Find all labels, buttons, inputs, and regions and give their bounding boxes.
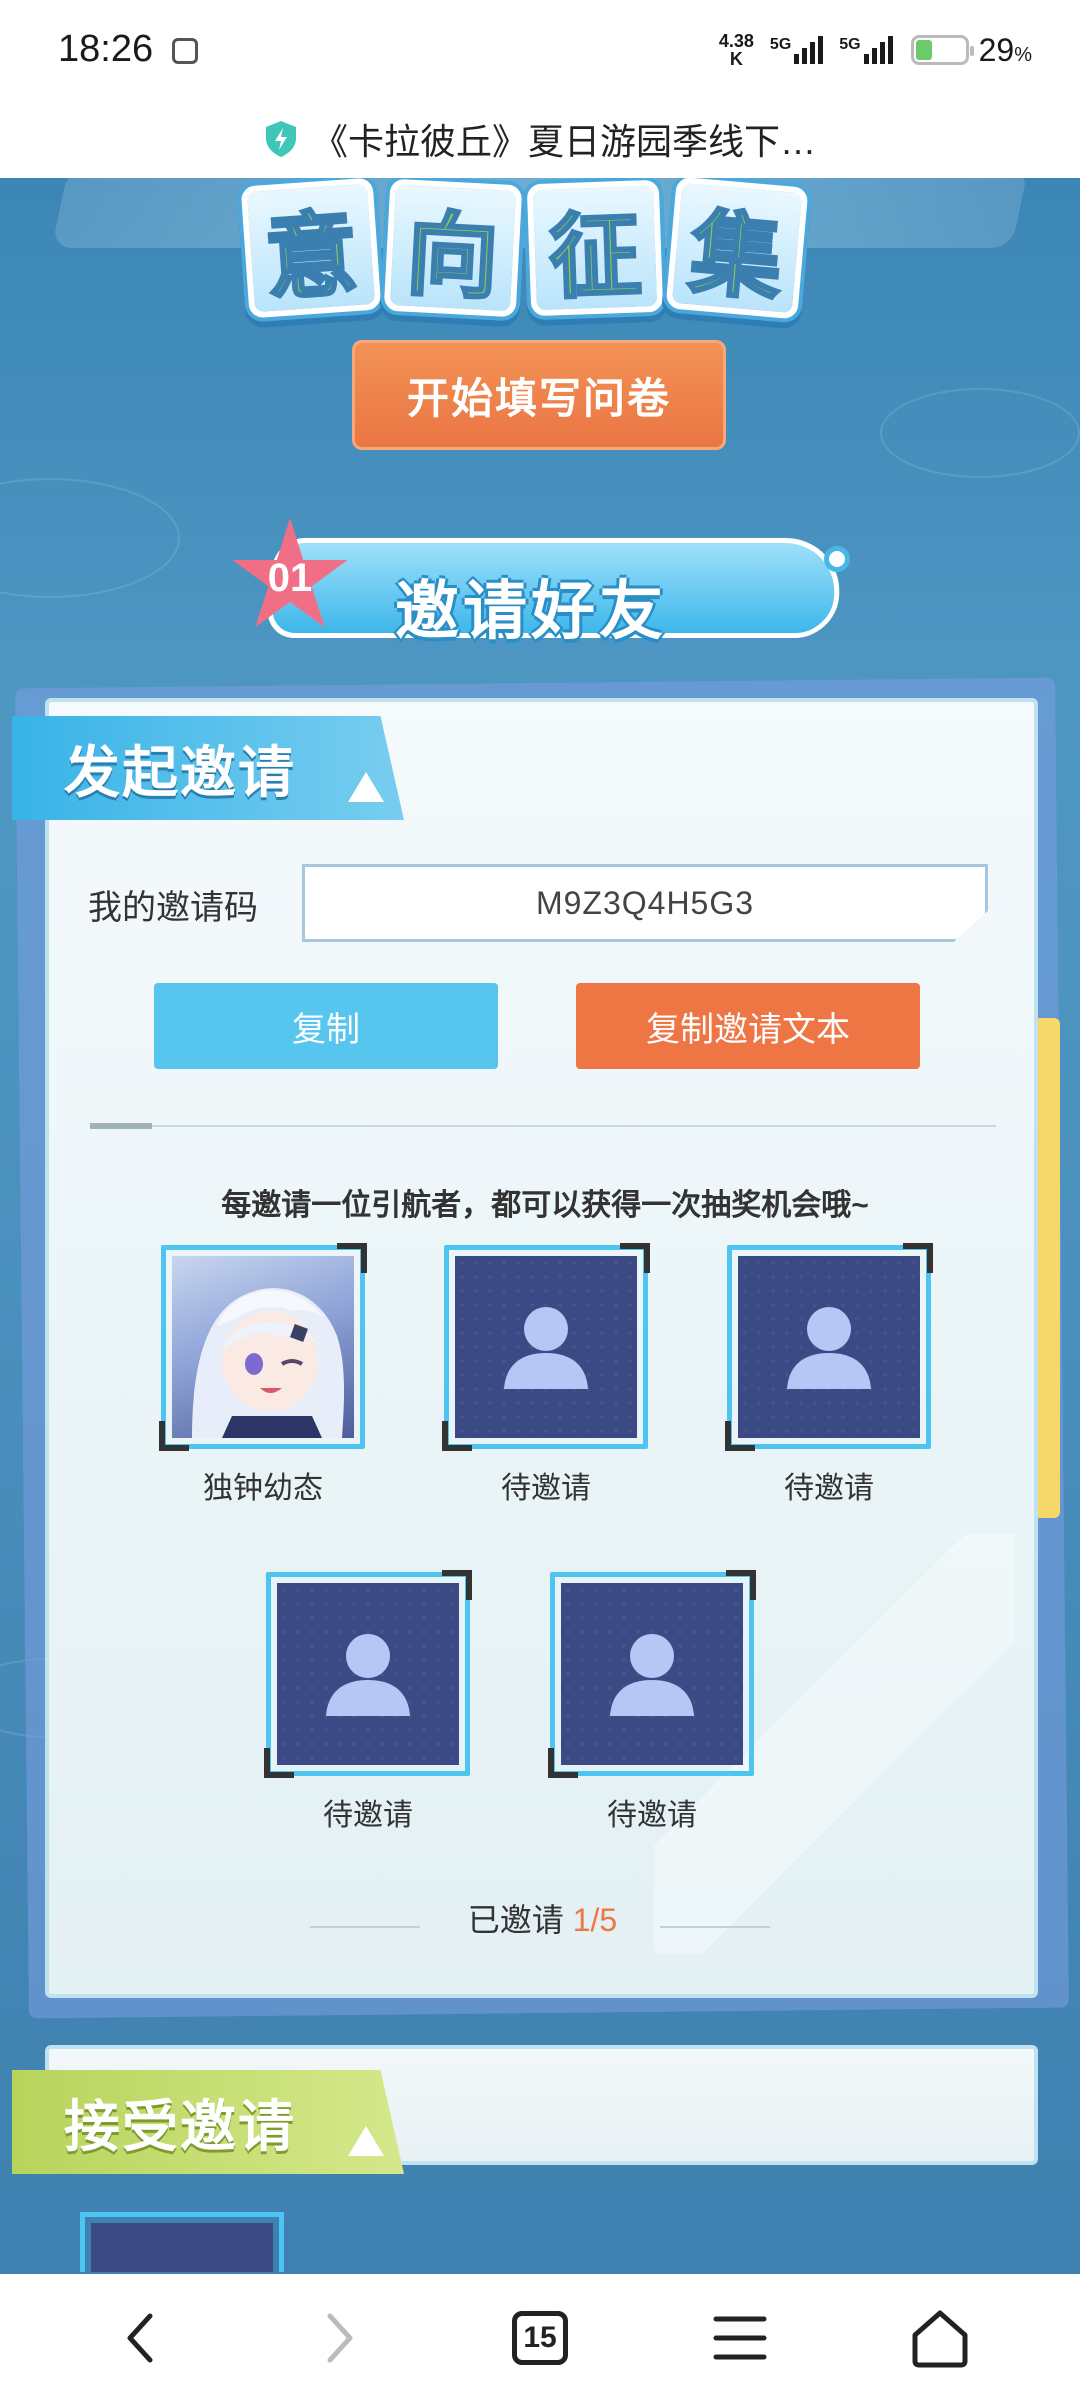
copy-button[interactable]: 复制	[154, 983, 498, 1069]
invite-slot-4[interactable]: 待邀请	[264, 1570, 472, 1834]
section-header-invite: 01 邀请好友	[230, 508, 850, 648]
shield-icon	[265, 121, 296, 157]
water-ripple	[0, 478, 180, 598]
invited-label: 已邀请	[467, 1902, 564, 1938]
collapse-arrow-icon[interactable]	[348, 2126, 384, 2156]
invited-count-value: 1/5	[572, 1902, 618, 1938]
avatar-name: 待邀请	[607, 1799, 697, 1832]
signal-icon: 5G	[839, 36, 893, 64]
invite-code-label: 我的邀请码	[88, 889, 258, 927]
banner-char: 征	[526, 179, 664, 317]
forward-icon	[327, 2313, 353, 2362]
home-icon	[912, 2310, 968, 2367]
collapse-arrow-icon[interactable]	[348, 772, 384, 802]
invite-slot-2[interactable]: 待邀请	[442, 1243, 650, 1507]
network-speed: 4.38 K	[719, 32, 754, 68]
divider-accent	[90, 1123, 152, 1129]
network-speed-value: 4.38	[718, 31, 754, 51]
tabs-button[interactable]: 15	[480, 2293, 600, 2383]
sim2-label: 5G	[839, 36, 861, 53]
avatar-placeholder[interactable]	[264, 1570, 472, 1778]
browser-title-bar[interactable]: 《卡拉彼丘》夏日游园季线下…	[0, 100, 1080, 178]
back-icon	[127, 2313, 153, 2362]
avatar-placeholder[interactable]	[548, 1570, 756, 1778]
section-number: 01	[267, 556, 313, 600]
tabs-icon: 15	[512, 2310, 568, 2365]
network-speed-unit: K	[729, 49, 743, 69]
banner-char: 意	[240, 178, 382, 319]
status-indicators: 4.38 K 5G 5G 29%	[719, 28, 1032, 72]
banner-char: 向	[383, 178, 523, 318]
forward-button[interactable]	[280, 2293, 400, 2383]
invite-slot-1[interactable]: 独钟幼态	[159, 1243, 367, 1507]
avatar-placeholder[interactable]	[725, 1243, 933, 1451]
notification-icon	[172, 38, 198, 64]
avatar-name: 待邀请	[501, 1472, 591, 1505]
copy-invite-text-button[interactable]: 复制邀请文本	[576, 983, 920, 1069]
avatar[interactable]	[159, 1243, 367, 1451]
section-title: 邀请好友	[395, 575, 667, 647]
bubble-icon	[824, 546, 850, 572]
avatar-name: 待邀请	[784, 1472, 874, 1505]
invite-code-field[interactable]: M9Z3Q4H5G3	[302, 864, 988, 942]
invite-slot-5[interactable]: 待邀请	[548, 1570, 756, 1834]
menu-icon	[713, 2316, 767, 2359]
water-ripple	[880, 388, 1080, 478]
avatar-name: 独钟幼态	[203, 1472, 323, 1505]
divider	[90, 1125, 996, 1127]
invited-count: 已邀请 1/5	[0, 1895, 1080, 1941]
page-title: 《卡拉彼丘》夏日游园季线下…	[311, 121, 816, 162]
invite-tip: 每邀请一位引航者，都可以获得一次抽奖机会哦~	[221, 1189, 869, 1222]
battery-percent: 29%	[978, 31, 1032, 68]
tab-accept-invite-label: 接受邀请	[64, 2095, 296, 2158]
sim1-label: 5G	[769, 36, 792, 53]
menu-button[interactable]	[680, 2293, 800, 2383]
start-survey-button[interactable]: 开始填写问卷	[352, 340, 726, 450]
banner-char: 集	[665, 178, 809, 320]
signal-icon: 5G	[769, 36, 824, 64]
banner-title: 意 向 征 集	[240, 178, 809, 320]
back-button[interactable]	[80, 2293, 200, 2383]
browser-nav-bar: 15	[0, 2274, 1080, 2401]
home-button[interactable]	[880, 2293, 1000, 2383]
avatar-placeholder[interactable]	[442, 1243, 650, 1451]
status-bar: 18:26 4.38 K 5G 5G 29%	[0, 0, 1080, 100]
battery-icon	[910, 35, 974, 65]
avatar-name: 待邀请	[323, 1799, 413, 1832]
tab-send-invite-label: 发起邀请	[64, 741, 296, 804]
invite-slot-3[interactable]: 待邀请	[725, 1243, 933, 1507]
status-time: 18:26	[58, 28, 154, 70]
avatar-placeholder[interactable]	[80, 2212, 284, 2272]
